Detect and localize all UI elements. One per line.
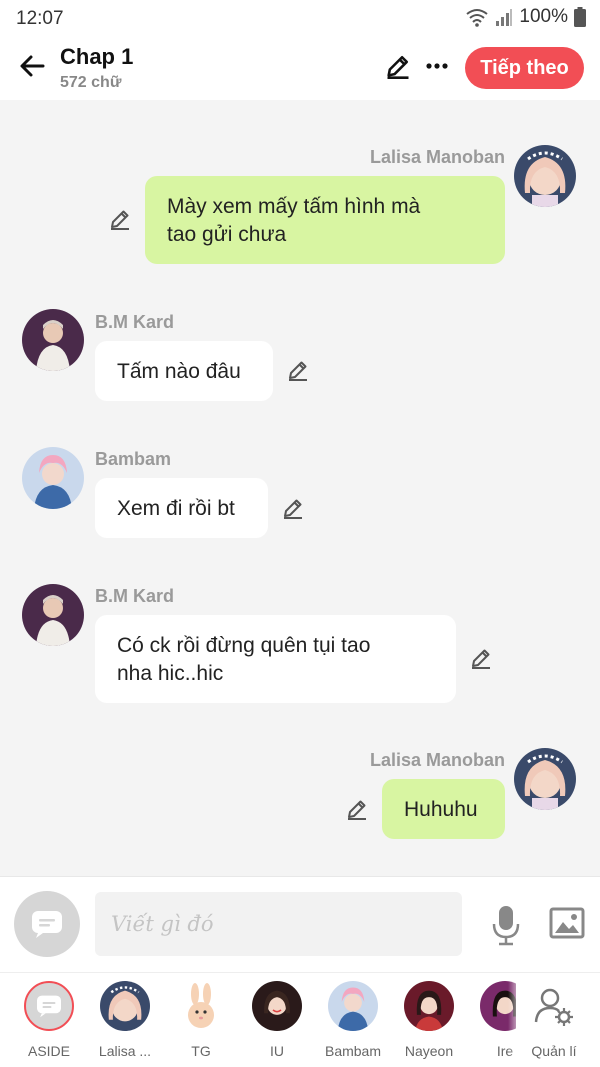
microphone-icon bbox=[492, 906, 520, 946]
character-label: Bambam bbox=[324, 1043, 382, 1059]
image-upload-button[interactable] bbox=[548, 905, 586, 941]
message-line: nha hic..hic bbox=[117, 662, 224, 685]
manage-characters-button[interactable]: Quản lí bbox=[516, 981, 592, 1063]
chat-bubble-icon bbox=[32, 911, 62, 938]
sender-name: Lalisa Manoban bbox=[369, 750, 505, 770]
pencil-icon bbox=[345, 797, 369, 821]
character-label: IU bbox=[270, 1043, 284, 1059]
word-count: 572 chữ bbox=[60, 74, 122, 91]
character-label: ASIDE bbox=[27, 1043, 70, 1059]
battery-percent: 100% bbox=[519, 6, 568, 27]
lisa-avatar[interactable] bbox=[514, 145, 576, 207]
message-line: Huhuhu bbox=[404, 798, 478, 821]
pencil-icon bbox=[469, 646, 493, 670]
chat-bubble-icon bbox=[37, 995, 61, 1018]
signal-icon bbox=[496, 9, 513, 26]
character-nayeon[interactable]: Nayeon bbox=[391, 981, 467, 1063]
message-line: Mày xem mấy tấm hình mà bbox=[167, 195, 421, 218]
message-line: Xem đi rồi bt bbox=[117, 497, 235, 520]
character-label: Lalisa ... bbox=[98, 1043, 152, 1059]
message-bubble[interactable]: Tấm nào đâu bbox=[95, 341, 273, 401]
character-bambam[interactable]: Bambam bbox=[315, 981, 391, 1063]
sender-name: Bambam bbox=[95, 449, 172, 469]
bunny-avatar bbox=[176, 981, 226, 1031]
edit-message-button[interactable] bbox=[344, 796, 370, 822]
more-dots-icon bbox=[426, 63, 448, 69]
message-composer bbox=[0, 876, 600, 972]
edit-message-button[interactable] bbox=[285, 357, 311, 383]
status-time: 12:07 bbox=[16, 8, 64, 29]
iu-avatar bbox=[252, 981, 302, 1031]
pencil-icon bbox=[387, 55, 409, 79]
image-icon bbox=[549, 907, 585, 939]
wifi-icon bbox=[466, 9, 489, 27]
character-tg[interactable]: TG bbox=[163, 981, 239, 1063]
sender-name: B.M Kard bbox=[95, 312, 175, 332]
bambam-avatar bbox=[328, 981, 378, 1031]
more-options-button[interactable] bbox=[421, 50, 453, 82]
page-title: Chap 1 bbox=[60, 44, 134, 69]
message-bubble[interactable]: Có ck rồi đừng quên tụi tao nha hic..hic bbox=[95, 615, 456, 703]
bm-avatar[interactable] bbox=[22, 584, 84, 646]
bm-avatar[interactable] bbox=[22, 309, 84, 371]
character-bar: ASIDE Lalisa ... TG IU Bambam Nayeon Ire… bbox=[0, 972, 600, 1067]
message-input[interactable] bbox=[95, 892, 462, 956]
lisa-avatar[interactable] bbox=[514, 748, 576, 810]
manage-user-icon bbox=[529, 981, 579, 1031]
character-lisa[interactable]: Lalisa ... bbox=[87, 981, 163, 1063]
next-chapter-button[interactable]: Tiếp theo bbox=[465, 47, 584, 89]
message-line: Có ck rồi đừng quên tụi tao bbox=[117, 634, 371, 657]
message-bubble[interactable]: Huhuhu bbox=[382, 779, 505, 839]
character-label: Nayeon bbox=[404, 1043, 454, 1059]
character-label: TG bbox=[191, 1043, 211, 1059]
nayeon-avatar bbox=[404, 981, 454, 1031]
chapter-header: Chap 1 572 chữ Tiếp theo bbox=[0, 36, 600, 100]
edit-button[interactable] bbox=[382, 50, 414, 82]
battery-icon bbox=[574, 7, 586, 27]
sender-name: Lalisa Manoban bbox=[369, 147, 505, 167]
pencil-icon bbox=[108, 207, 132, 231]
pencil-icon bbox=[281, 496, 305, 520]
bambam-avatar[interactable] bbox=[22, 447, 84, 509]
message-line: Tấm nào đâu bbox=[117, 360, 241, 383]
back-button[interactable] bbox=[14, 48, 50, 84]
arrow-left-icon bbox=[20, 55, 45, 77]
character-iu[interactable]: IU bbox=[239, 981, 315, 1063]
aside-toggle-button[interactable] bbox=[14, 891, 80, 957]
aside-avatar bbox=[24, 981, 74, 1031]
status-icons: 100% bbox=[465, 6, 586, 28]
message-bubble[interactable]: Mày xem mấy tấm hình mà tao gửi chưa bbox=[145, 176, 505, 264]
edit-message-button[interactable] bbox=[280, 495, 306, 521]
edit-message-button[interactable] bbox=[107, 206, 133, 232]
character-label: Quản lí bbox=[531, 1043, 577, 1059]
sender-name: B.M Kard bbox=[95, 586, 175, 606]
character-aside[interactable]: ASIDE bbox=[11, 981, 87, 1063]
voice-input-button[interactable] bbox=[488, 903, 524, 947]
pencil-icon bbox=[286, 358, 310, 382]
status-bar: 12:07 100% bbox=[0, 0, 600, 36]
message-bubble[interactable]: Xem đi rồi bt bbox=[95, 478, 268, 538]
edit-message-button[interactable] bbox=[468, 645, 494, 671]
chat-area[interactable]: Lalisa Manoban Mày xem mấy tấm hình mà t… bbox=[0, 100, 600, 876]
lisa-avatar bbox=[100, 981, 150, 1031]
message-line: tao gửi chưa bbox=[167, 223, 287, 246]
